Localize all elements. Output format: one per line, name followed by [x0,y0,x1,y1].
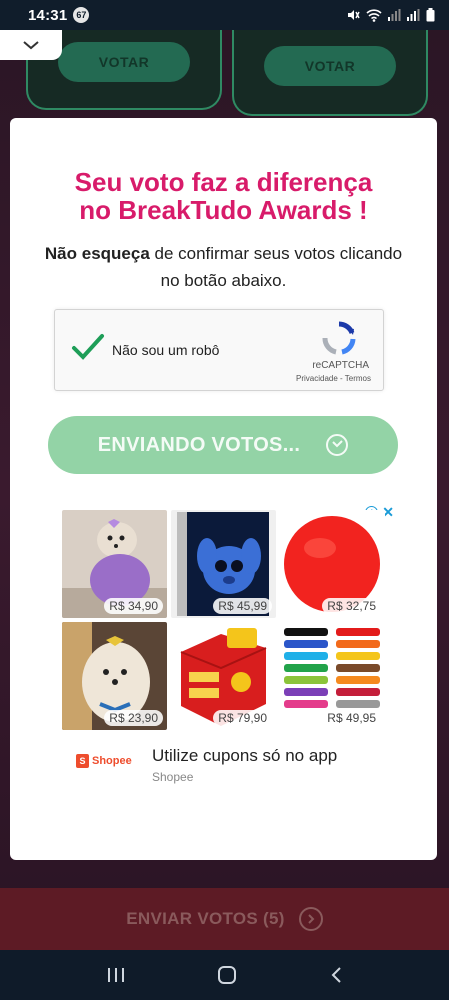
home-icon[interactable] [217,965,237,985]
send-votes-label: ENVIAR VOTOS (5) [126,909,285,928]
ad-footer[interactable]: S Shopee Utilize cupons só no app Shopee [62,742,386,786]
shopee-ad[interactable]: i ✕ R$ 34,90 [62,504,394,784]
battery-icon [426,8,435,22]
back-icon[interactable] [329,966,343,984]
loading-icon [326,434,349,456]
status-bar: 14:31 67 [0,0,449,30]
shopee-logo: S Shopee [76,754,132,768]
subtitle-text: de confirmar seus votos clicando no botã… [149,244,403,290]
notification-badge: 67 [73,7,90,23]
recaptcha-logo-icon [322,321,356,355]
recent-apps-icon[interactable] [106,966,126,984]
vote-confirmation-modal: Seu voto faz a diferença no BreakTudo Aw… [10,118,437,860]
ad-price: R$ 34,90 [104,598,163,614]
ad-product-dog-bow[interactable]: R$ 23,90 [62,622,167,730]
ad-price: R$ 32,75 [322,598,381,614]
ad-price: R$ 23,90 [104,710,163,726]
subtitle-emphasis: Não esqueça [44,244,150,263]
ad-price: R$ 45,99 [213,598,272,614]
checkmark-icon[interactable] [71,332,105,362]
ad-headline[interactable]: Utilize cupons só no app [152,746,337,766]
recaptcha-brand: reCAPTCHA [312,360,369,371]
arrow-right-icon [298,907,323,931]
modal-title-line1: Seu voto faz a diferença [74,167,373,197]
collapse-button[interactable] [0,30,62,60]
ad-product-red-ball[interactable]: R$ 32,75 [280,510,385,618]
sending-votes-button[interactable]: ENVIANDO VOTOS... [48,416,398,474]
status-time: 14:31 [28,6,68,24]
ad-advertiser: Shopee [152,770,194,784]
vote-button-left[interactable]: VOTAR [58,42,190,82]
shopee-bag-icon: S [76,754,89,768]
wifi-icon [366,8,382,22]
shopee-logo-text: Shopee [92,755,132,767]
recaptcha-privacy-terms[interactable]: Privacidade - Termos [296,374,371,383]
ad-product-candy-box[interactable]: R$ 79,90 [171,622,276,730]
modal-title: Seu voto faz a diferença no BreakTudo Aw… [10,168,437,224]
ad-product-notebook[interactable]: R$ 45,99 [171,510,276,618]
status-icons [346,8,435,22]
modal-subtitle: Não esqueça de confirmar seus votos clic… [40,240,407,294]
chevron-down-icon [23,41,39,50]
ad-price: R$ 49,95 [322,710,381,726]
ad-product-markers[interactable]: R$ 49,95 [280,622,385,730]
ad-price: R$ 79,90 [213,710,272,726]
modal-title-line2: no BreakTudo Awards ! [79,195,368,225]
mute-icon [348,10,360,20]
ad-product-grid: R$ 34,90 R$ 45,99 R$ 32,75 R$ 23,90 R$ 7… [62,510,386,730]
signal-icon-2 [407,9,420,21]
recaptcha-label: Não sou um robô [112,342,220,358]
nominee-card-right: VOTAR [232,30,428,116]
ad-product-dog-purple[interactable]: R$ 34,90 [62,510,167,618]
signal-icon [388,9,401,21]
sending-votes-label: ENVIANDO VOTOS... [97,433,301,456]
send-votes-button[interactable]: ENVIAR VOTOS (5) [0,888,449,950]
recaptcha-widget[interactable]: Não sou um robô reCAPTCHA Privacidade - … [54,309,384,391]
vote-button-right[interactable]: VOTAR [264,46,396,86]
system-nav-bar [0,950,449,1000]
